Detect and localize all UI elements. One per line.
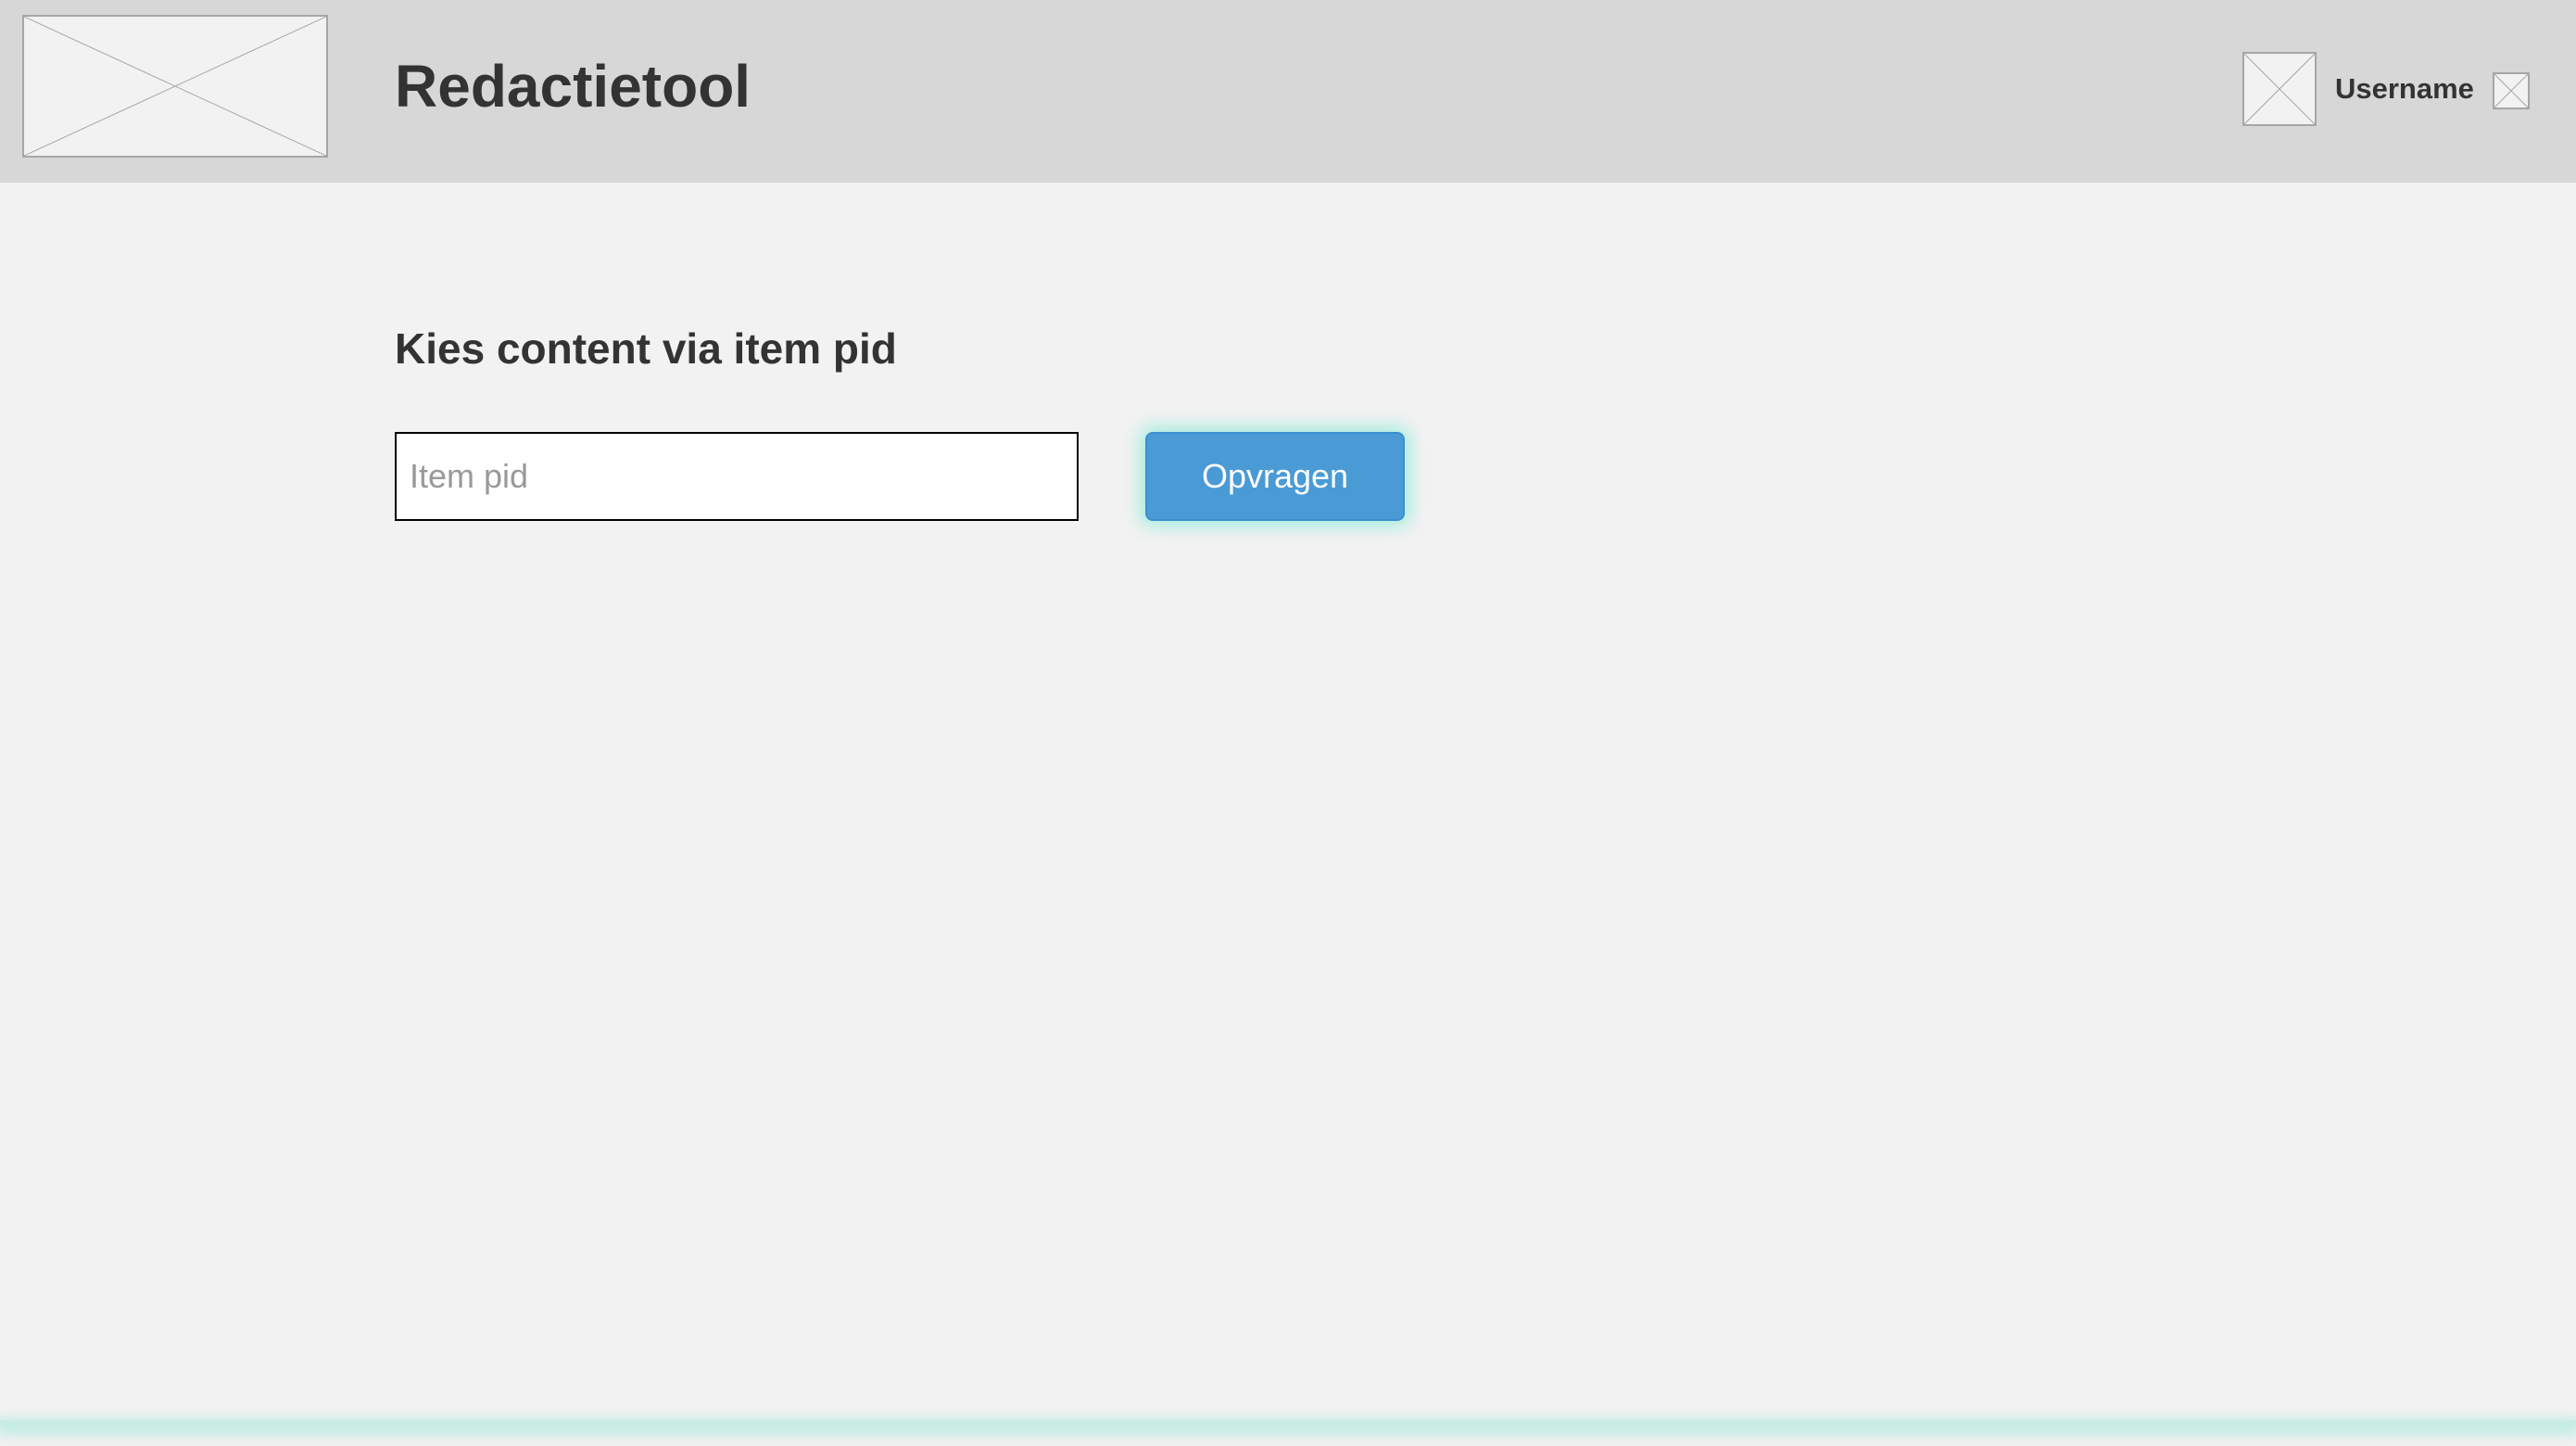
bottom-highlight-bar [0, 1420, 2576, 1426]
logo-image-placeholder-icon [22, 15, 328, 158]
user-menu-image-placeholder-icon[interactable] [2493, 72, 2530, 109]
app: Redactietool Username Kies content via i… [0, 0, 2576, 1446]
item-pid-input[interactable] [395, 432, 1079, 521]
avatar-image-placeholder-icon[interactable] [2242, 52, 2317, 126]
username-label[interactable]: Username [2335, 70, 2474, 108]
request-button[interactable]: Opvragen [1145, 432, 1405, 521]
app-title: Redactietool [395, 53, 751, 120]
top-header: Redactietool Username [0, 0, 2576, 183]
section-heading: Kies content via item pid [395, 324, 897, 373]
